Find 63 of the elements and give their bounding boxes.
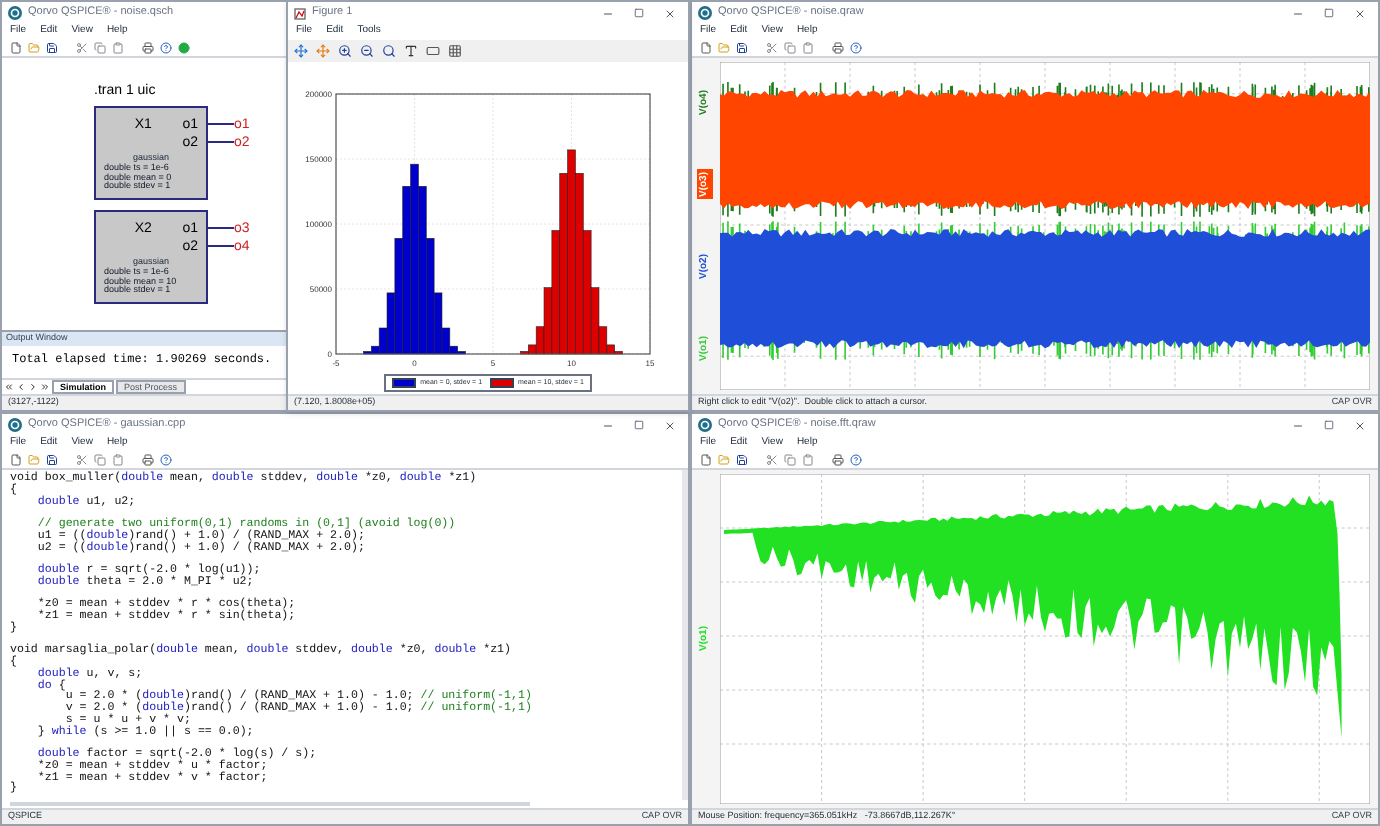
run-icon[interactable] (178, 42, 190, 54)
wire (208, 244, 234, 248)
maximize-icon[interactable] (634, 420, 644, 430)
frame-icon[interactable] (426, 44, 440, 58)
pan-icon[interactable] (294, 44, 308, 58)
scissors-icon[interactable] (76, 454, 88, 466)
help-icon[interactable] (850, 42, 862, 54)
save-icon[interactable] (736, 454, 748, 466)
close-icon[interactable] (664, 7, 676, 19)
printer-icon[interactable] (832, 454, 844, 466)
minimize-icon[interactable] (602, 419, 614, 431)
wire (208, 226, 234, 230)
zoom-in-icon[interactable] (338, 44, 352, 58)
scissors-icon[interactable] (766, 42, 778, 54)
new-file-icon[interactable] (10, 454, 22, 466)
printer-icon[interactable] (142, 454, 154, 466)
wire (208, 140, 234, 144)
maximize-icon[interactable] (1324, 420, 1334, 430)
next-tab-icon[interactable] (28, 382, 38, 392)
clipboard-icon[interactable] (112, 42, 124, 54)
text-tool-icon[interactable] (404, 44, 418, 58)
first-tab-icon[interactable] (4, 382, 14, 392)
last-tab-icon[interactable] (40, 382, 50, 392)
save-icon[interactable] (46, 42, 58, 54)
scissors-icon[interactable] (76, 42, 88, 54)
minimize-icon[interactable] (602, 7, 614, 19)
folder-icon[interactable] (718, 42, 730, 54)
help-icon[interactable] (160, 42, 172, 54)
figure-icon (294, 7, 306, 19)
maximize-icon[interactable] (1324, 8, 1334, 18)
copy-icon[interactable] (94, 454, 106, 466)
clipboard-icon[interactable] (802, 42, 814, 54)
close-icon[interactable] (664, 419, 676, 431)
clipboard-icon[interactable] (112, 454, 124, 466)
new-file-icon[interactable] (700, 454, 712, 466)
minimize-icon[interactable] (1292, 7, 1304, 19)
zoom-out-icon[interactable] (360, 44, 374, 58)
copy-icon[interactable] (94, 42, 106, 54)
folder-icon[interactable] (28, 454, 40, 466)
save-icon[interactable] (736, 42, 748, 54)
new-file-icon[interactable] (10, 42, 22, 54)
clipboard-icon[interactable] (802, 454, 814, 466)
minimize-icon[interactable] (1292, 419, 1304, 431)
maximize-icon[interactable] (634, 8, 644, 18)
save-icon[interactable] (46, 454, 58, 466)
close-icon[interactable] (1354, 7, 1366, 19)
copy-icon[interactable] (784, 454, 796, 466)
zoom-icon[interactable] (382, 44, 396, 58)
help-icon[interactable] (160, 454, 172, 466)
legend-swatch (392, 378, 417, 389)
legend-swatch (490, 378, 515, 389)
folder-icon[interactable] (28, 42, 40, 54)
wire (208, 122, 234, 126)
previous-tab-icon[interactable] (16, 382, 26, 392)
new-file-icon[interactable] (700, 42, 712, 54)
printer-icon[interactable] (142, 42, 154, 54)
help-icon[interactable] (850, 454, 862, 466)
grid-icon[interactable] (448, 44, 462, 58)
scissors-icon[interactable] (766, 454, 778, 466)
folder-icon[interactable] (718, 454, 730, 466)
copy-icon[interactable] (784, 42, 796, 54)
printer-icon[interactable] (832, 42, 844, 54)
close-icon[interactable] (1354, 419, 1366, 431)
